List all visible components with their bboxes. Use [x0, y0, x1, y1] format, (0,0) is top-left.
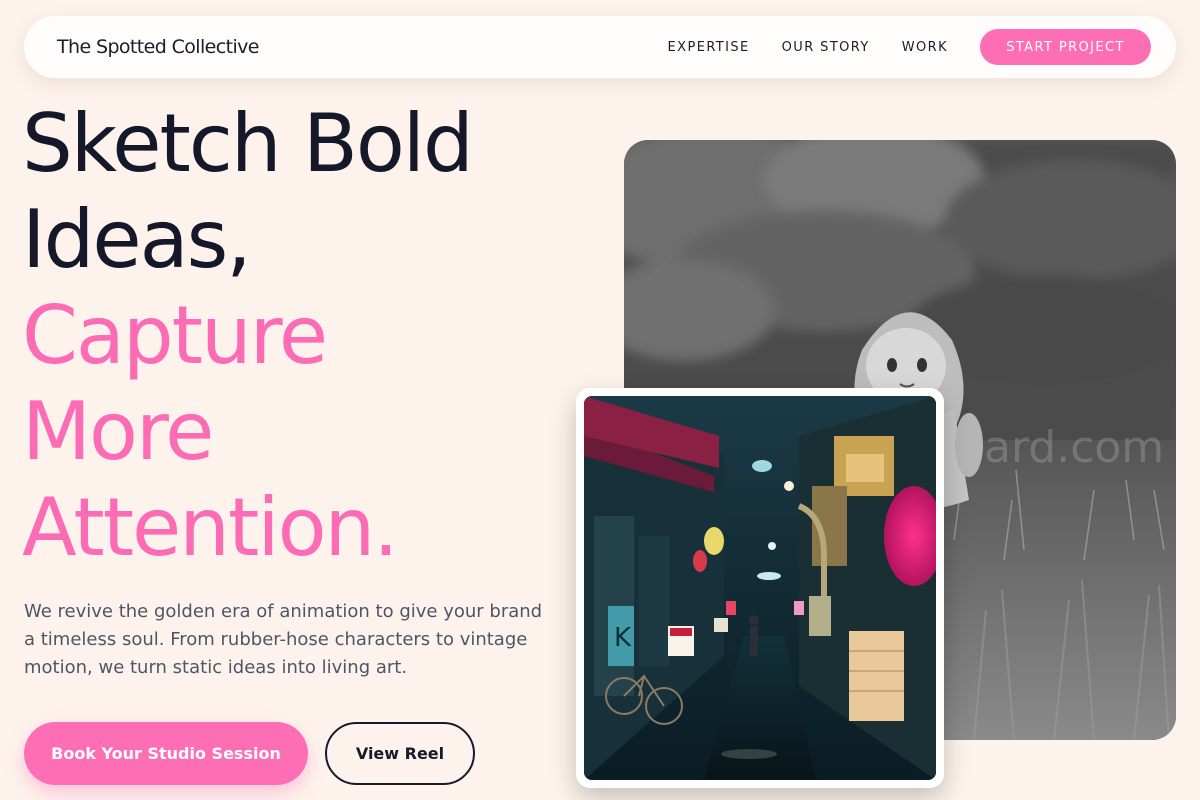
headline-line-2: Ideas, [22, 193, 252, 286]
headline-line-3: Capture [22, 289, 328, 382]
alley-photo: K [584, 396, 936, 780]
book-studio-session-button[interactable]: Book Your Studio Session [24, 722, 308, 785]
nav-link-expertise[interactable]: EXPERTISE [668, 40, 750, 55]
view-reel-button[interactable]: View Reel [325, 722, 475, 785]
headline-line-5: Attention. [22, 481, 399, 574]
hero-description: We revive the golden era of animation to… [24, 601, 543, 678]
top-navigation: The Spotted Collective EXPERTISE OUR STO… [24, 16, 1176, 78]
svg-text:K: K [614, 623, 632, 653]
headline-line-1: Sketch Bold [22, 97, 474, 190]
neon-alley-illustration: K [584, 396, 936, 780]
svg-text:ard.com: ard.com [984, 422, 1164, 473]
alley-photo-card: K [576, 388, 944, 788]
headline-line-4: More [22, 385, 214, 478]
start-project-button[interactable]: START PROJECT [980, 29, 1151, 65]
hero-headline: Sketch Bold Ideas, Capture More Attentio… [22, 96, 602, 576]
nav-links: EXPERTISE OUR STORY WORK START PROJECT [668, 29, 1151, 65]
nav-link-work[interactable]: WORK [902, 40, 948, 55]
nav-link-our-story[interactable]: OUR STORY [782, 40, 870, 55]
brand-logo-text[interactable]: The Spotted Collective [57, 36, 259, 58]
